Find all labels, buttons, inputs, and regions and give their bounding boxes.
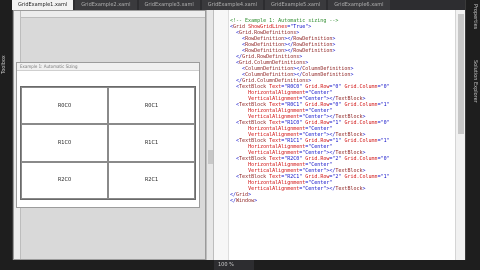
cell-text: R2C0: [57, 177, 72, 184]
layout-grid[interactable]: R0C0 R0C1 R1C0 R1C1 R2C0 R2C1: [20, 86, 196, 200]
code-line[interactable]: </Window>: [230, 198, 450, 204]
tab-3[interactable]: GridExample3.xaml: [138, 0, 200, 10]
cell-text: R2C1: [144, 177, 159, 184]
scrollbar-thumb[interactable]: [458, 14, 464, 134]
code-lines[interactable]: <!-- Example 1: Automatic sizing --> <Gri…: [230, 18, 450, 204]
grid-cell[interactable]: R1C1: [108, 124, 195, 162]
properties-panel-label[interactable]: Properties: [468, 4, 478, 29]
tab-1[interactable]: GridExample1.xaml: [12, 0, 74, 10]
horizontal-ruler: [14, 11, 205, 18]
tab-4[interactable]: GridExample4.xaml: [201, 0, 263, 10]
grid-cell[interactable]: R2C0: [21, 161, 108, 199]
tab-2[interactable]: GridExample2.xaml: [75, 0, 137, 10]
solution-explorer-label[interactable]: Solution Explorer: [468, 60, 478, 103]
document-tabs: GridExample1.xaml GridExample2.xaml GridEx…: [12, 0, 466, 10]
zoom-level[interactable]: 100 %: [214, 260, 254, 270]
cell-text: R1C0: [57, 139, 72, 146]
toolbox-label[interactable]: Toolbox: [1, 14, 11, 74]
grid-cell[interactable]: R2C1: [108, 161, 195, 199]
pane-splitter[interactable]: [206, 10, 214, 260]
grid-cell[interactable]: R0C1: [108, 87, 195, 125]
toolbox-strip[interactable]: Toolbox: [0, 0, 13, 270]
tab-5[interactable]: GridExample5.xaml: [265, 0, 327, 10]
ide-window: Toolbox GridExample1.xaml GridExample2.xa…: [0, 0, 480, 270]
editor-gutter: [214, 10, 229, 260]
cell-text: R0C0: [57, 102, 72, 109]
cell-text: R0C1: [144, 102, 159, 109]
splitter-grip[interactable]: [208, 150, 213, 164]
tab-6[interactable]: GridExample6.xaml: [328, 0, 390, 10]
grid-cell[interactable]: R1C0: [21, 124, 108, 162]
designer-window-title: Example 1: Automatic Sizing: [20, 64, 78, 69]
xaml-editor[interactable]: <!-- Example 1: Automatic sizing --> <Gri…: [214, 10, 466, 260]
grid-cell[interactable]: R0C0: [21, 87, 108, 125]
right-panel-strip[interactable]: Properties Solution Explorer: [465, 0, 480, 270]
cell-text: R1C1: [144, 139, 159, 146]
